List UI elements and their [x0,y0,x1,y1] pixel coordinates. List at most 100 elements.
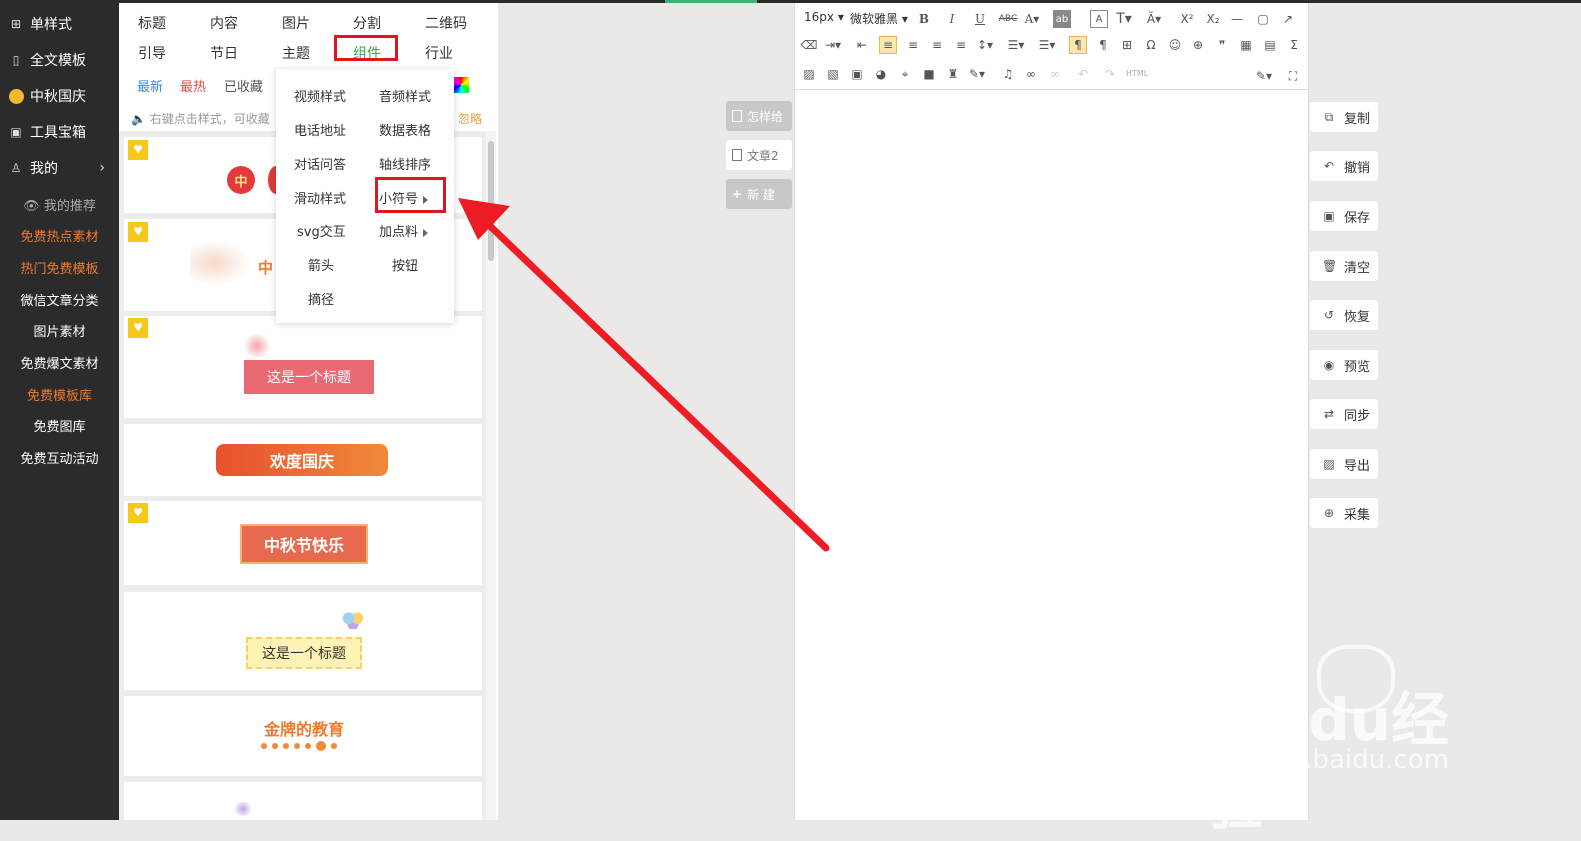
horizontal-rule-icon[interactable]: — [1228,10,1246,28]
redo-icon[interactable]: ↷ [1101,65,1119,83]
multi-image-icon[interactable]: ▧ [824,65,842,83]
paragraph-spacing-icon[interactable]: ☰▾ [1007,36,1025,54]
undo-button[interactable]: ↶ 撤销 [1310,151,1378,181]
page-icon[interactable]: ▢ [1254,10,1272,28]
special-char-icon[interactable]: Ω [1142,36,1160,54]
export-button[interactable]: ▨ 导出 [1310,449,1378,479]
outdent-icon[interactable]: ⇤ [853,36,871,54]
tab-guide[interactable]: 引导 [138,43,166,63]
menu-item-excerpt[interactable]: 摘径 [308,289,334,308]
tab-theme[interactable]: 主题 [282,43,310,63]
style-list-scrollbar[interactable] [486,131,496,820]
search-replace-icon[interactable]: ⊕ [1189,36,1207,54]
sidebar-item-single-style[interactable]: ⊞ 单样式 [0,9,119,39]
formula-icon[interactable]: Σ [1285,36,1303,54]
edit-mode-icon[interactable]: ✎▾ [1255,67,1273,85]
favorite-badge-icon[interactable]: ♥ [128,503,148,523]
scrollbar-thumb[interactable] [488,141,494,261]
palette-icon[interactable]: ◕ [872,65,890,83]
list-icon[interactable]: ☰▾ [1038,36,1056,54]
format-painter-icon[interactable]: ⊞ [1118,36,1136,54]
unlink-icon[interactable]: ∞ [1046,65,1064,83]
menu-item-add-extras[interactable]: 加点料 [379,221,429,240]
emoji-icon[interactable]: ☺ [1166,36,1184,54]
sidebar-link-free-gallery[interactable]: 免费图库 [0,416,119,435]
map-icon[interactable]: ⌖ [896,65,914,83]
eraser-icon[interactable]: ⌫ [800,36,818,54]
menu-item-arrow[interactable]: 箭头 [308,255,334,274]
superscript-icon[interactable]: X² [1178,10,1196,28]
fullscreen-icon[interactable]: ⛶ [1284,67,1302,85]
align-justify-icon[interactable]: ≡ [952,36,970,54]
sidebar-item-mid-autumn[interactable]: 中秋国庆 [0,81,119,111]
text-style-icon[interactable]: T▾ [1115,10,1133,28]
sidebar-link-viral-material[interactable]: 免费爆文素材 [0,353,119,372]
preview-button[interactable]: ◉ 预览 [1310,350,1378,380]
external-link-icon[interactable]: ↗ [1279,10,1297,28]
restore-button[interactable]: ↺ 恢复 [1310,300,1378,330]
sidebar-item-mine[interactable]: ♙ 我的 › [0,153,119,183]
frame-icon[interactable]: ▣ [848,65,866,83]
align-right-icon[interactable]: ≡ [928,36,946,54]
clear-button[interactable]: 🗑 清空 [1310,251,1378,281]
tab-image[interactable]: 图片 [282,13,310,33]
html-source-button[interactable]: HTML [1126,69,1148,78]
style-card[interactable] [124,782,482,820]
music-icon[interactable]: ♫ [999,65,1017,83]
menu-item-data-table[interactable]: 数据表格 [379,120,431,139]
menu-item-slide-style[interactable]: 滑动样式 [294,188,346,207]
tab-content[interactable]: 内容 [210,13,238,33]
sidebar-link-template-library[interactable]: 免费模板库 [0,385,119,404]
ltr-icon[interactable]: ¶ [1069,36,1087,54]
align-left-icon[interactable]: ≡ [879,36,897,54]
favorite-badge-icon[interactable]: ♥ [128,140,148,160]
sort-hottest[interactable]: 最热 [180,76,206,95]
color-picker-icon[interactable] [453,77,469,93]
font-family-select[interactable]: 微软雅黑 ▾ [850,10,908,27]
underline-icon[interactable]: U [971,10,989,28]
letter-spacing-icon[interactable]: Ã▾ [1145,10,1163,28]
link-icon[interactable]: ∞ [1022,65,1040,83]
menu-item-video-style[interactable]: 视频样式 [294,86,346,105]
line-height-icon[interactable]: ↕▾ [976,36,994,54]
video-icon[interactable]: ■ [920,65,938,83]
sort-favorites[interactable]: 已收藏 [224,76,263,95]
align-center-icon[interactable]: ≡ [904,36,922,54]
font-color-icon[interactable]: A▾ [1023,10,1041,28]
background-color-icon[interactable]: ab [1053,10,1071,28]
sync-button[interactable]: ⇄ 同步 [1310,399,1378,429]
word-import-icon[interactable]: ▤ [1261,36,1279,54]
favorite-badge-icon[interactable]: ♥ [128,318,148,338]
brush-icon[interactable]: ♜ [944,65,962,83]
favorite-badge-icon[interactable]: ♥ [128,222,148,242]
sidebar-my-recommend[interactable]: 👁 我的推荐 [0,195,119,214]
menu-item-timeline-sort[interactable]: 轴线排序 [379,154,431,173]
rtl-icon[interactable]: ¶ [1094,36,1112,54]
sort-newest[interactable]: 最新 [137,76,163,95]
italic-icon[interactable]: I [943,10,961,28]
bold-icon[interactable]: B [915,10,933,28]
border-text-icon[interactable]: A [1090,10,1108,28]
tab-festival[interactable]: 节日 [210,43,238,63]
new-article-button[interactable]: + 新 建 [726,179,792,209]
sidebar-link-interactive[interactable]: 免费互动活动 [0,448,119,467]
menu-item-svg-interaction[interactable]: svg交互 [297,221,346,240]
indent-icon[interactable]: ⇥▾ [824,36,842,54]
menu-item-phone-address[interactable]: 电话地址 [294,120,346,139]
menu-item-audio-style[interactable]: 音频样式 [379,86,431,105]
tab-divider[interactable]: 分割 [353,13,381,33]
image-icon[interactable]: ▨ [800,65,818,83]
tab-qrcode[interactable]: 二维码 [425,13,467,33]
menu-item-button[interactable]: 按钮 [392,255,418,274]
save-button[interactable]: ▣ 保存 [1310,201,1378,231]
sidebar-link-hot-material[interactable]: 免费热点素材 [0,226,119,245]
article-item[interactable]: 怎样给 [726,101,792,131]
sidebar-item-toolbox[interactable]: ▣ 工具宝箱 [0,117,119,147]
collect-button[interactable]: ⊕ 采集 [1310,498,1378,528]
subscript-icon[interactable]: X₂ [1204,10,1222,28]
tab-industry[interactable]: 行业 [425,43,453,63]
magic-wand-icon[interactable]: ✎▾ [968,65,986,83]
undo-icon[interactable]: ↶ [1074,65,1092,83]
quote-icon[interactable]: ❞ [1213,36,1231,54]
menu-item-dialog-qa[interactable]: 对话问答 [294,154,346,173]
